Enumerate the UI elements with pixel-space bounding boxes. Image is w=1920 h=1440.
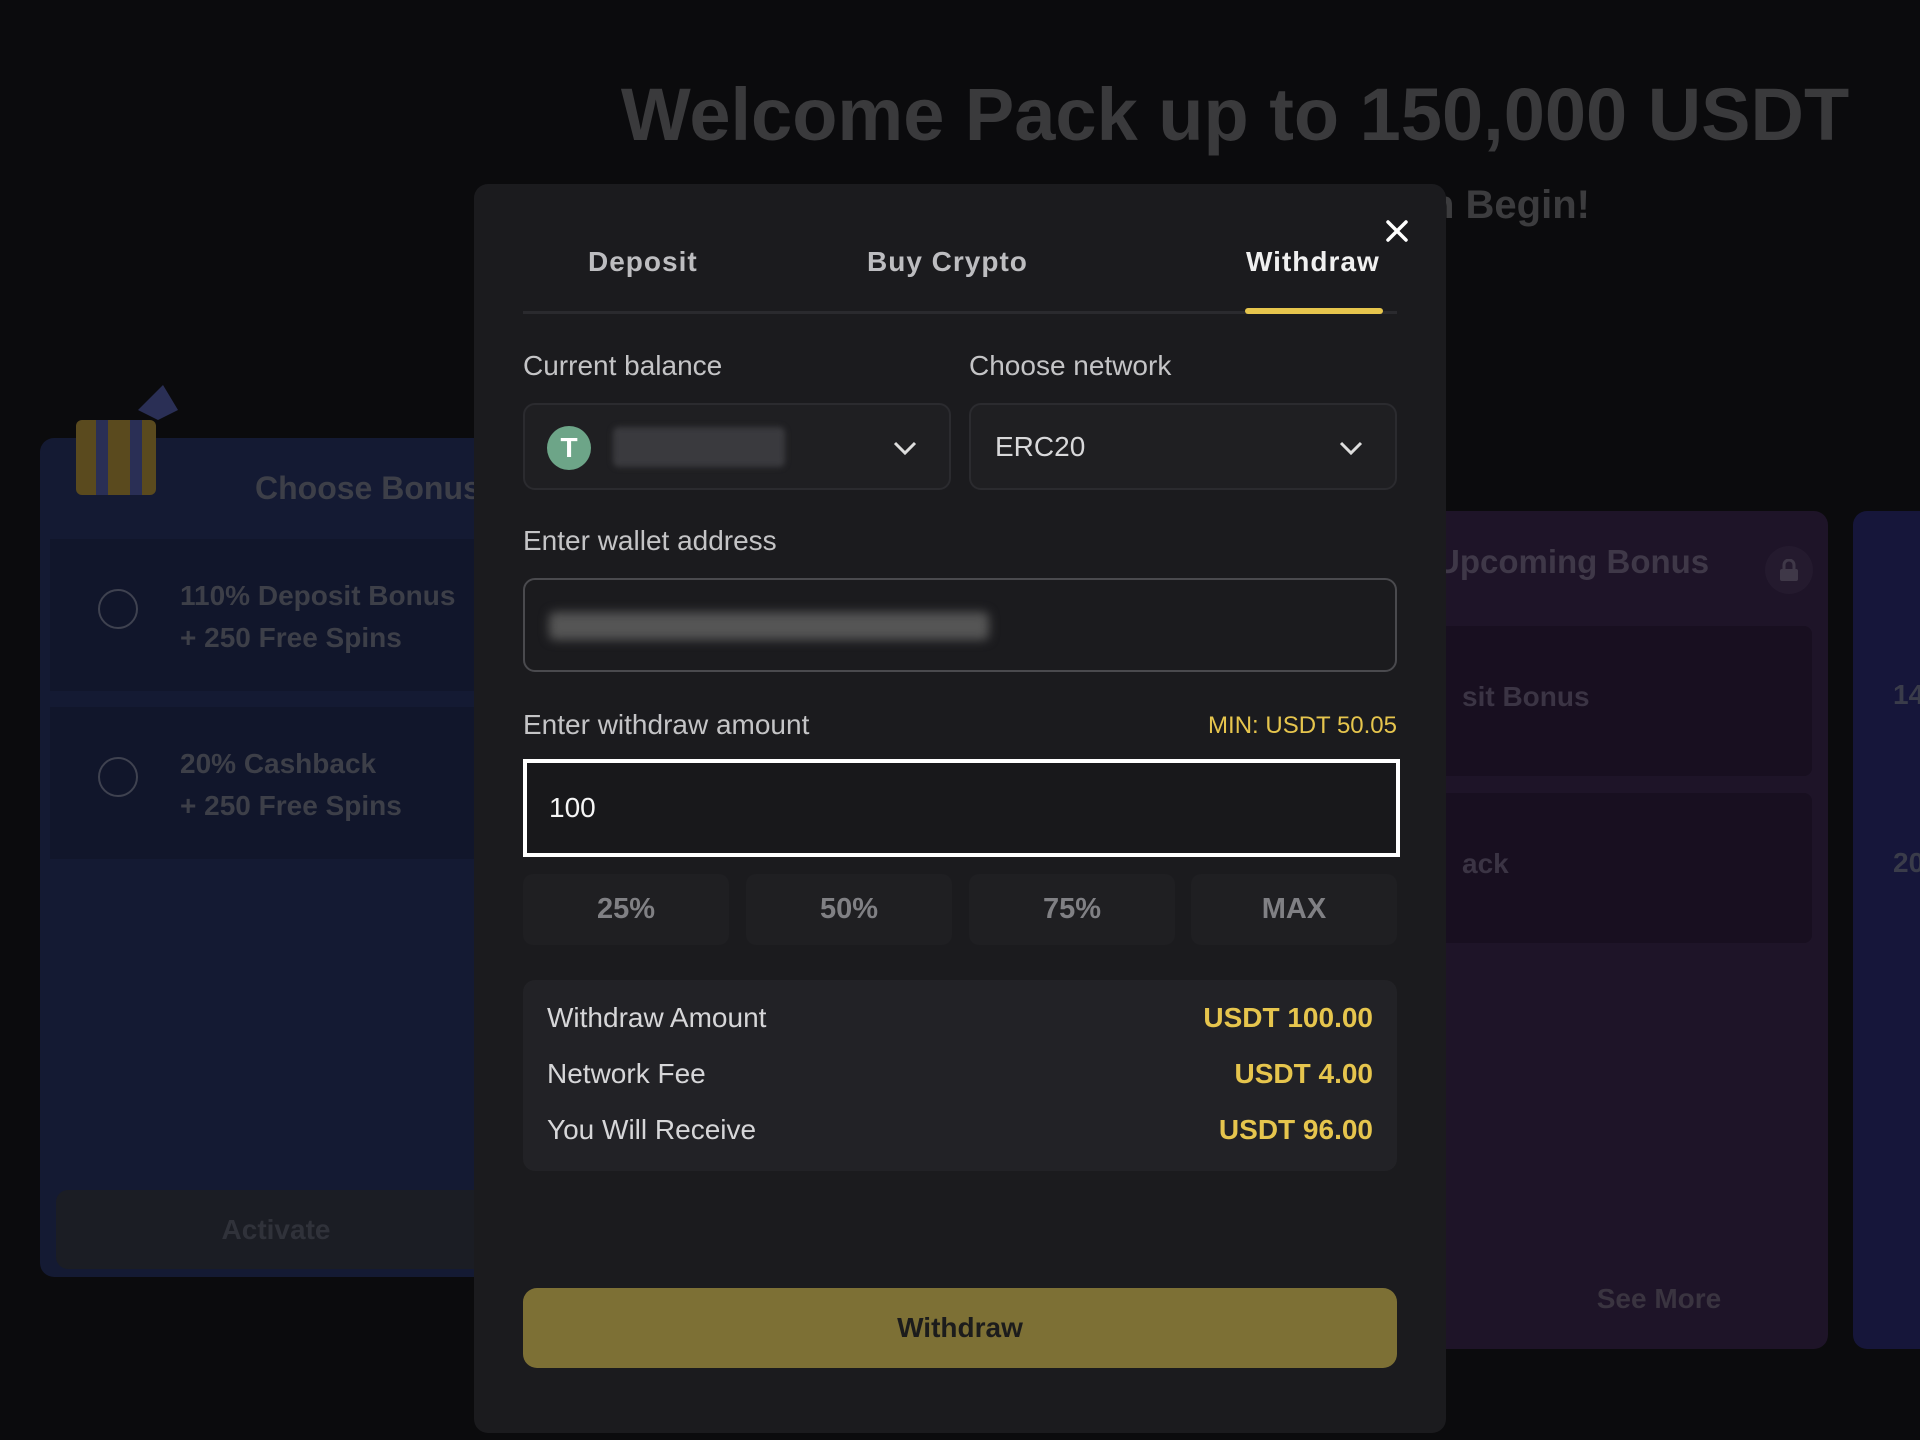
row-text: 20 <box>1893 847 1920 878</box>
row-text: 14 <box>1893 679 1920 710</box>
lock-icon <box>1765 546 1813 594</box>
upcoming-bonus-title: Upcoming Bonus <box>1436 543 1710 580</box>
choose-bonus-title: Choose Bonus <box>255 470 481 506</box>
withdraw-modal: Deposit Buy Crypto Withdraw Current bala… <box>474 184 1446 1433</box>
summary-value: USDT 4.00 <box>1234 1058 1374 1089</box>
bonus-option[interactable]: 110% Deposit Bonus + 250 Free Spins <box>50 539 500 691</box>
upcoming-bonus-row: sit Bonus <box>1420 626 1812 776</box>
upcoming-bonus-row: ack <box>1420 793 1812 943</box>
balance-blurred <box>613 427 785 467</box>
summary-value: USDT 96.00 <box>1218 1114 1373 1145</box>
tab-buy-crypto[interactable]: Buy Crypto <box>867 246 1028 278</box>
summary-value: USDT 100.00 <box>1203 1002 1373 1033</box>
bonus-option[interactable]: 20% Cashback + 250 Free Spins <box>50 707 500 859</box>
option-subtitle: + 250 Free Spins <box>180 790 402 821</box>
percent-25-button[interactable]: 25% <box>523 874 729 945</box>
radio-button[interactable] <box>98 757 138 797</box>
option-title: 20% Cashback <box>180 748 377 779</box>
current-balance-label: Current balance <box>523 350 723 381</box>
summary-label: Withdraw Amount <box>547 1002 767 1033</box>
wallet-address-input[interactable] <box>523 578 1397 672</box>
withdraw-amount-input[interactable] <box>523 759 1400 857</box>
see-more-link[interactable]: See More <box>1400 1283 1828 1315</box>
percent-50-button[interactable]: 50% <box>746 874 952 945</box>
withdraw-amount-label: Enter withdraw amount <box>523 709 810 740</box>
row-text: ack <box>1462 848 1509 879</box>
network-select[interactable]: ERC20 <box>969 403 1397 490</box>
min-amount-text: MIN: USDT 50.05 <box>1208 712 1397 739</box>
activate-button[interactable]: Activate <box>56 1190 496 1269</box>
tab-bar: Deposit Buy Crypto Withdraw <box>523 234 1397 314</box>
wallet-address-label: Enter wallet address <box>523 525 777 556</box>
tether-usdt-icon: T <box>547 426 591 470</box>
wallet-blurred <box>549 612 989 640</box>
withdraw-submit-button[interactable]: Withdraw <box>523 1288 1397 1368</box>
balance-select[interactable]: T <box>523 403 951 490</box>
gift-box-icon <box>76 385 178 495</box>
network-value: ERC20 <box>995 431 1086 462</box>
option-title: 110% Deposit Bonus <box>180 580 456 611</box>
bonus-card: 14 20 <box>1853 511 1920 1349</box>
option-subtitle: + 250 Free Spins <box>180 622 402 653</box>
max-button[interactable]: MAX <box>1191 874 1397 945</box>
chevron-down-icon <box>893 441 917 456</box>
tab-withdraw[interactable]: Withdraw <box>1246 246 1380 278</box>
withdraw-summary: Withdraw Amount USDT 100.00 Network Fee US… <box>523 980 1397 1171</box>
choose-bonus-card: Choose Bonus 110% Deposit Bonus + 250 Fre… <box>40 438 500 1277</box>
percent-75-button[interactable]: 75% <box>969 874 1175 945</box>
summary-label: Network Fee <box>547 1058 706 1089</box>
hero-title: Welcome Pack up to 150,000 USDT <box>620 73 1850 156</box>
hero-subtitle: n Begin! <box>1430 183 1590 227</box>
tab-deposit[interactable]: Deposit <box>588 246 698 278</box>
active-tab-indicator <box>1245 308 1383 314</box>
summary-label: You Will Receive <box>547 1114 757 1145</box>
upcoming-bonus-card: Upcoming Bonus sit Bonus ack See More <box>1400 511 1828 1349</box>
radio-button[interactable] <box>98 589 138 629</box>
choose-network-label: Choose network <box>969 350 1172 381</box>
chevron-down-icon <box>1339 441 1363 456</box>
row-text: sit Bonus <box>1462 681 1590 712</box>
